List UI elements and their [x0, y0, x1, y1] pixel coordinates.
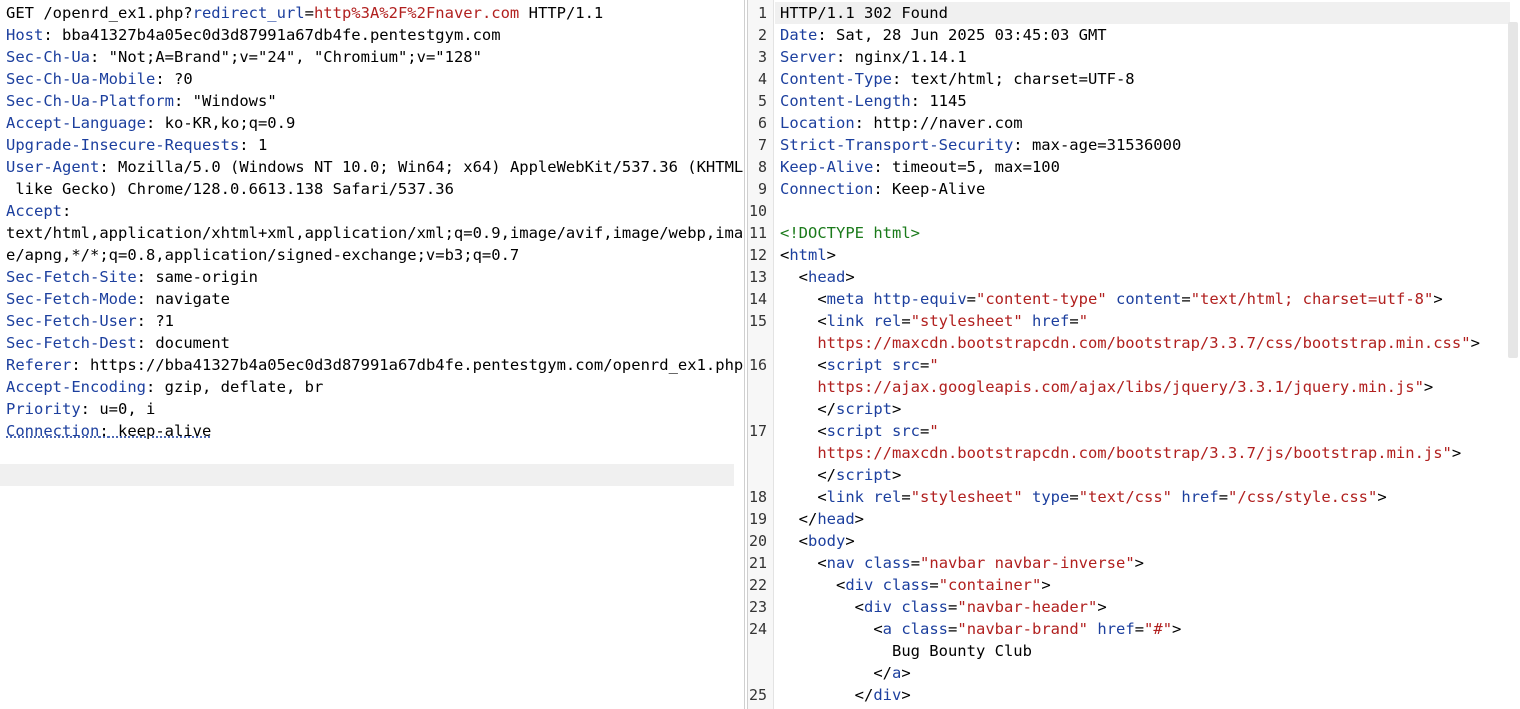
http-editor: GET /openrd_ex1.php?redirect_url=http%3A…: [0, 0, 1520, 709]
line-number: 11: [748, 224, 767, 242]
line-number: 10: [748, 202, 767, 220]
body-open-line: <body>: [780, 532, 855, 550]
line-number: 6: [757, 114, 767, 132]
request-header: Sec-Ch-Ua: "Not;A=Brand";v="24", "Chromi…: [6, 48, 482, 66]
request-header-continuation: e/apng,*/*;q=0.8,application/signed-exch…: [6, 246, 520, 264]
request-text[interactable]: GET /openrd_ex1.php?redirect_url=http%3A…: [6, 2, 745, 442]
response-status: HTTP/1.1 302 Found: [780, 4, 948, 22]
request-header: Host: bba41327b4a05ec0d3d87991a67db4fe.p…: [6, 26, 501, 44]
request-header-continuation: like Gecko) Chrome/128.0.6613.138 Safari…: [6, 180, 454, 198]
line-number: 8: [757, 158, 767, 176]
response-header: Date: Sat, 28 Jun 2025 03:45:03 GMT: [780, 26, 1107, 44]
script-line-cont: https://maxcdn.bootstrapcdn.com/bootstra…: [817, 444, 1462, 462]
line-number: 25: [748, 686, 767, 704]
request-cursor-line: [0, 464, 734, 486]
request-line: GET /openrd_ex1.php?redirect_url=http%3A…: [6, 4, 604, 22]
request-header: Sec-Ch-Ua-Platform: "Windows": [6, 92, 277, 110]
line-number: 23: [748, 598, 767, 616]
nav-line: <nav class="navbar navbar-inverse">: [780, 554, 1145, 572]
line-number: 2: [757, 26, 767, 44]
a-close-line: </a>: [780, 664, 911, 682]
script-close-line: </script>: [780, 400, 902, 418]
line-number-gutter: 1 2 3 4 5 6 7 8 9 10 11 12 13 14 15 16 17 18 19 20 21 22 23 24 2…: [748, 0, 774, 709]
line-number: 17: [748, 422, 767, 440]
line-number: 22: [748, 576, 767, 594]
response-pane[interactable]: 1 2 3 4 5 6 7 8 9 10 11 12 13 14 15 16 17 18 19 20 21 22 23 24 2…: [747, 0, 1520, 709]
line-number: 15: [748, 312, 767, 330]
div-close-line: </div>: [780, 686, 911, 704]
request-header-continuation: text/html,application/xhtml+xml,applicat…: [6, 224, 745, 242]
line-number: 9: [757, 180, 767, 198]
a-brand-line: <a class="navbar-brand" href="#">: [780, 620, 1182, 638]
line-number: 13: [748, 268, 767, 286]
line-number: 4: [757, 70, 767, 88]
line-number: 7: [757, 136, 767, 154]
html-open-line: <html>: [780, 246, 837, 264]
response-header: Strict-Transport-Security: max-age=31536…: [780, 136, 1182, 154]
link-line: <link rel="stylesheet" href=": [780, 312, 1089, 330]
script-line: <script src=": [780, 356, 939, 374]
response-header: Keep-Alive: timeout=5, max=100: [780, 158, 1060, 176]
request-header: Priority: u=0, i: [6, 400, 156, 418]
request-pane[interactable]: GET /openrd_ex1.php?redirect_url=http%3A…: [0, 0, 745, 709]
script-line-cont: https://ajax.googleapis.com/ajax/libs/jq…: [817, 378, 1434, 396]
request-header: Referer: https://bba41327b4a05ec0d3d8799…: [6, 356, 744, 374]
script-line: <script src=": [780, 422, 939, 440]
script-close-line: </script>: [780, 466, 902, 484]
response-header: Content-Type: text/html; charset=UTF-8: [780, 70, 1135, 88]
request-header: Accept:: [6, 202, 72, 220]
response-text[interactable]: HTTP/1.1 302 Found Date: Sat, 28 Jun 202…: [780, 2, 1508, 706]
div-header-line: <div class="navbar-header">: [780, 598, 1107, 616]
request-header: Accept-Language: ko-KR,ko;q=0.9: [6, 114, 296, 132]
link-line-cont: https://maxcdn.bootstrapcdn.com/bootstra…: [817, 334, 1480, 352]
response-header: Location: http://naver.com: [780, 114, 1023, 132]
meta-line: <meta http-equiv="content-type" content=…: [780, 290, 1443, 308]
line-number: 3: [757, 48, 767, 66]
request-header: Sec-Fetch-Site: same-origin: [6, 268, 258, 286]
line-number: 1: [757, 4, 767, 22]
doctype-line: <!DOCTYPE html>: [780, 224, 920, 242]
request-header: User-Agent: Mozilla/5.0 (Windows NT 10.0…: [6, 158, 745, 176]
line-number: 18: [748, 488, 767, 506]
head-open-line: <head>: [780, 268, 855, 286]
link-line: <link rel="stylesheet" type="text/css" h…: [780, 488, 1387, 506]
line-number: 19: [748, 510, 767, 528]
line-number: 21: [748, 554, 767, 572]
request-header: Upgrade-Insecure-Requests: 1: [6, 136, 268, 154]
request-header: Sec-Fetch-User: ?1: [6, 312, 174, 330]
request-header: Accept-Encoding: gzip, deflate, br: [6, 378, 324, 396]
request-header: Connection: keep-alive: [6, 422, 212, 440]
line-number: 16: [748, 356, 767, 374]
line-number: 12: [748, 246, 767, 264]
line-number: 14: [748, 290, 767, 308]
response-header: Content-Length: 1145: [780, 92, 967, 110]
line-number: 24: [748, 620, 767, 638]
div-container-line: <div class="container">: [780, 576, 1051, 594]
line-number: 5: [757, 92, 767, 110]
brand-text-line: Bug Bounty Club: [891, 642, 1032, 660]
response-header: Server: nginx/1.14.1: [780, 48, 967, 66]
request-header: Sec-Fetch-Mode: navigate: [6, 290, 230, 308]
response-header: Connection: Keep-Alive: [780, 180, 986, 198]
request-header: Sec-Ch-Ua-Mobile: ?0: [6, 70, 193, 88]
response-scrollbar[interactable]: [1508, 22, 1518, 358]
head-close-line: </head>: [780, 510, 864, 528]
request-header: Sec-Fetch-Dest: document: [6, 334, 230, 352]
line-number: 20: [748, 532, 767, 550]
